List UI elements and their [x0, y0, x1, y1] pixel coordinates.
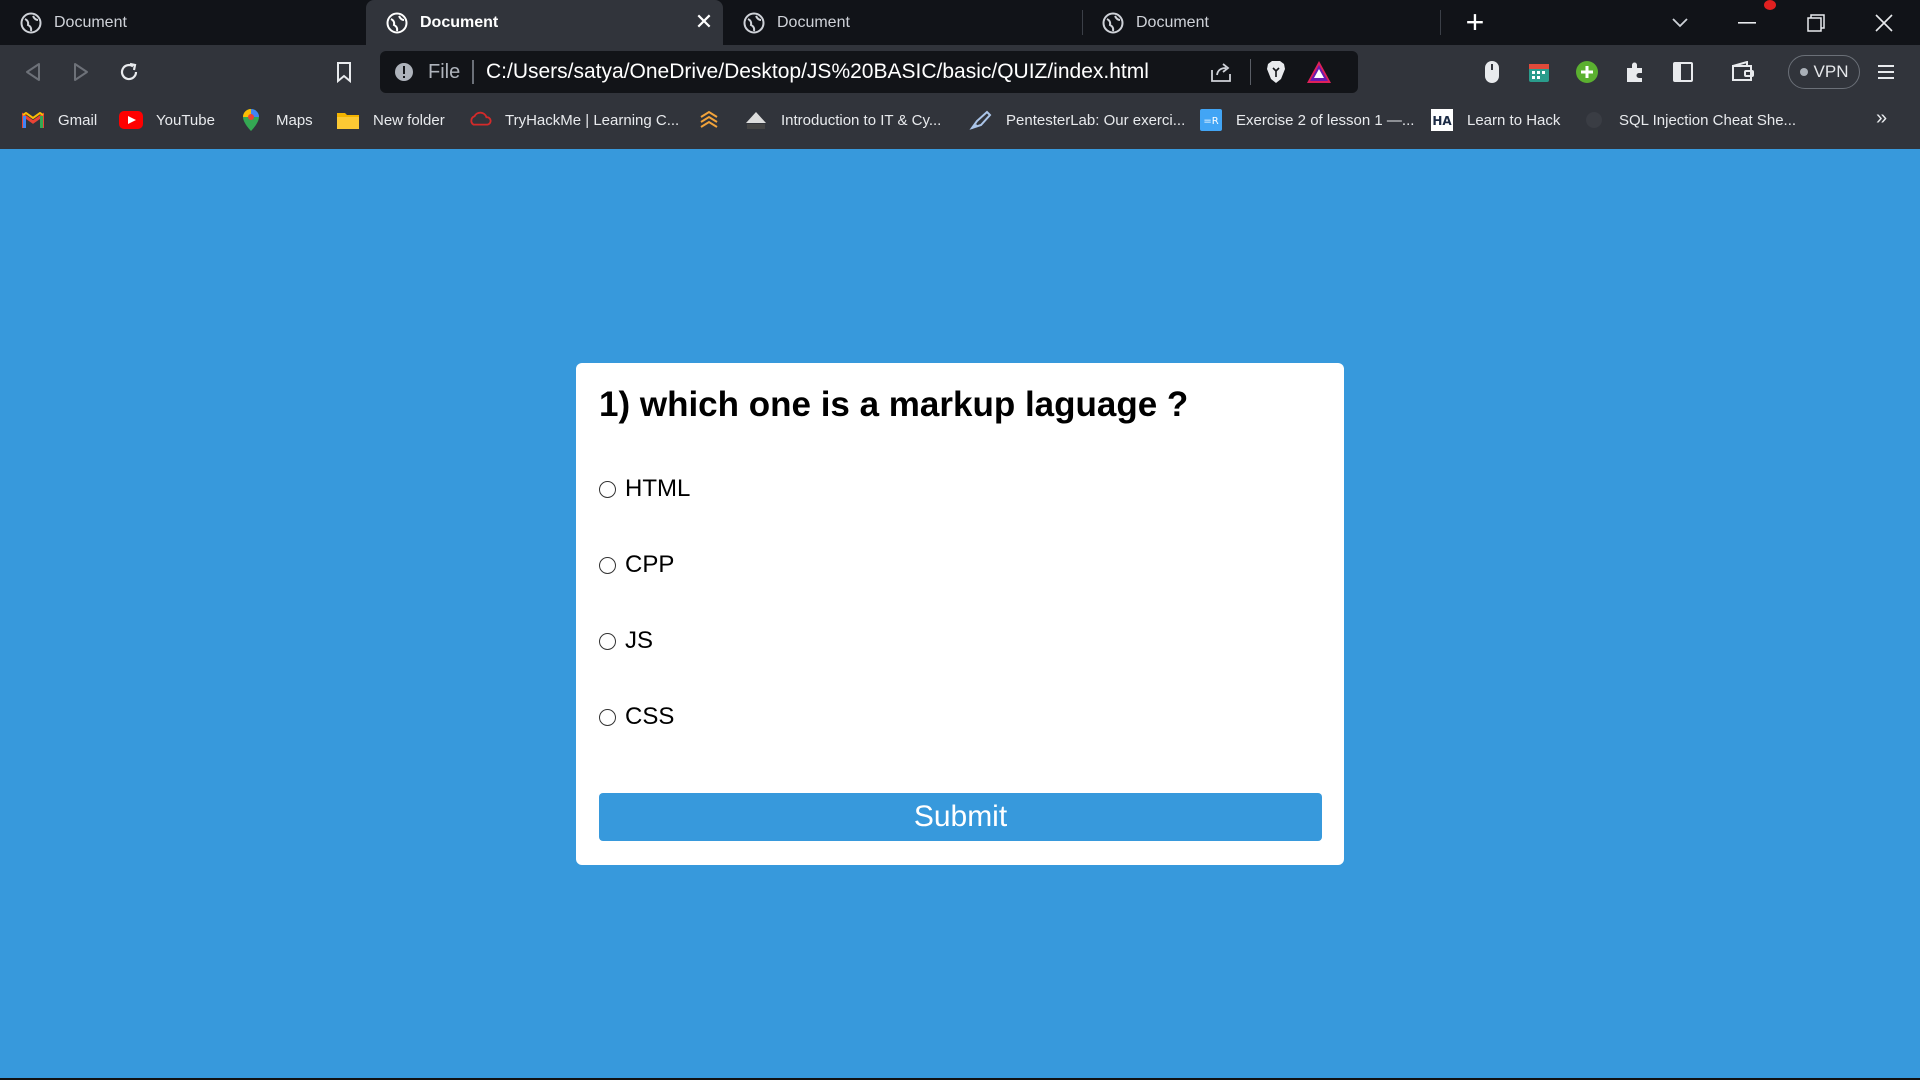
tab-3[interactable]: Document: [723, 0, 1081, 45]
tab-2-active[interactable]: Document ✕: [366, 0, 723, 45]
menu-hamburger-icon[interactable]: [1872, 57, 1902, 87]
bookmark-stack[interactable]: [697, 99, 734, 141]
bookmark-label: Learn to Hack: [1467, 111, 1561, 129]
tab-4[interactable]: Document: [1082, 0, 1440, 45]
option-html[interactable]: HTML: [599, 475, 690, 503]
radio-button[interactable]: [599, 480, 616, 498]
quiz-card: 1) which one is a markup laguage ? HTML …: [576, 363, 1344, 865]
brave-rewards-icon[interactable]: [1304, 57, 1334, 87]
bookmark-label: New folder: [373, 111, 445, 129]
tab-title: Document: [1136, 13, 1209, 31]
omnibox-divider: [1250, 59, 1251, 85]
hackaday-icon: HA: [1430, 108, 1454, 132]
radio-button[interactable]: [599, 708, 616, 726]
bookmark-exercise[interactable]: =R Exercise 2 of lesson 1 —...: [1199, 99, 1414, 141]
scheme-label: File: [428, 61, 461, 83]
option-js[interactable]: JS: [599, 627, 653, 655]
restore-icon[interactable]: [1784, 0, 1848, 45]
bookmark-label: PentesterLab: Our exerci...: [1006, 111, 1186, 129]
bookmark-icon[interactable]: [329, 57, 359, 87]
tab-title: Document: [54, 13, 127, 31]
bookmark-label: Maps: [276, 111, 313, 129]
vpn-label: VPN: [1813, 62, 1849, 81]
new-tab-plus-icon[interactable]: +: [1458, 6, 1492, 40]
site-info-icon[interactable]: [394, 62, 414, 82]
folder-icon: [336, 108, 360, 132]
sql-icon: [1582, 108, 1606, 132]
tryhackme-icon: [468, 108, 492, 132]
omnibox-divider: [472, 60, 474, 84]
bookmarks-bar: Gmail YouTube Maps New folder TryHackMe …: [0, 99, 1920, 149]
share-icon[interactable]: [1209, 60, 1233, 84]
svg-text:=R: =R: [1203, 116, 1218, 127]
forward-icon[interactable]: [66, 57, 96, 87]
submit-button[interactable]: Submit: [599, 793, 1322, 841]
close-tab-icon[interactable]: ✕: [693, 11, 715, 33]
vpn-status-dot: [1799, 68, 1808, 76]
bookmark-label: Gmail: [58, 111, 98, 129]
calendar-extension-icon[interactable]: [1524, 57, 1554, 87]
tab-separator: [1440, 10, 1441, 35]
globe-icon: [743, 12, 765, 33]
globe-icon: [1102, 12, 1124, 33]
brave-shields-icon[interactable]: [1261, 57, 1291, 87]
tab-1[interactable]: Document: [0, 0, 358, 45]
reload-icon[interactable]: [114, 57, 144, 87]
option-label: CPP: [625, 551, 675, 578]
extensions-puzzle-icon[interactable]: [1620, 57, 1650, 87]
exercise-icon: =R: [1199, 108, 1223, 132]
option-label: HTML: [625, 475, 691, 502]
tab-strip: Document Document ✕ Document Document +: [0, 0, 1920, 45]
sidebar-icon[interactable]: [1668, 57, 1698, 87]
maps-icon: [239, 108, 263, 132]
bookmark-label: SQL Injection Cheat She...: [1619, 111, 1797, 129]
bookmark-tryhackme[interactable]: TryHackMe | Learning C...: [468, 99, 679, 141]
vpn-button[interactable]: VPN: [1788, 55, 1860, 89]
bookmark-label: TryHackMe | Learning C...: [505, 111, 680, 129]
wallet-icon[interactable]: [1728, 57, 1758, 87]
browser-toolbar: File C:/Users/satya/OneDrive/Desktop/JS%…: [0, 45, 1920, 99]
add-extension-icon[interactable]: [1572, 57, 1602, 87]
bookmark-maps[interactable]: Maps: [239, 99, 313, 141]
tab-title: Document: [420, 13, 499, 31]
globe-icon: [386, 12, 408, 33]
option-css[interactable]: CSS: [599, 703, 674, 731]
option-cpp[interactable]: CPP: [599, 551, 674, 579]
bookmark-label: YouTube: [156, 111, 215, 129]
bookmark-sql-injection[interactable]: SQL Injection Cheat She...: [1582, 99, 1796, 141]
bookmark-pentesterlab[interactable]: PentesterLab: Our exerci...: [969, 99, 1185, 141]
bookmark-gmail[interactable]: Gmail: [21, 99, 97, 141]
mouse-extension-icon[interactable]: [1477, 57, 1507, 87]
bookmark-label: Exercise 2 of lesson 1 —...: [1236, 111, 1415, 129]
address-bar[interactable]: File C:/Users/satya/OneDrive/Desktop/JS%…: [380, 51, 1358, 93]
bookmark-cybrary[interactable]: Introduction to IT & Cy...: [744, 99, 941, 141]
close-window-icon[interactable]: [1852, 0, 1916, 45]
bookmark-new-folder[interactable]: New folder: [336, 99, 445, 141]
stack-icon: [697, 108, 721, 132]
svg-text:HA: HA: [1432, 114, 1452, 128]
quiz-question: 1) which one is a markup laguage ?: [599, 385, 1189, 424]
cybrary-icon: [744, 108, 768, 132]
option-label: JS: [625, 627, 654, 654]
minimize-icon[interactable]: [1715, 0, 1779, 45]
pentesterlab-icon: [969, 108, 993, 132]
tab-search-chevron-icon[interactable]: [1645, 0, 1715, 45]
url-text[interactable]: C:/Users/satya/OneDrive/Desktop/JS%20BAS…: [486, 60, 1149, 84]
back-icon[interactable]: [18, 57, 48, 87]
tab-title: Document: [777, 13, 850, 31]
bookmark-youtube[interactable]: YouTube: [119, 99, 215, 141]
bookmarks-overflow-icon[interactable]: »: [1876, 107, 1887, 130]
option-label: CSS: [625, 703, 675, 730]
radio-button[interactable]: [599, 632, 616, 650]
radio-button[interactable]: [599, 556, 616, 574]
youtube-icon: [119, 108, 143, 132]
gmail-icon: [21, 108, 45, 132]
globe-icon: [20, 12, 42, 33]
bookmark-label: Introduction to IT & Cy...: [781, 111, 942, 129]
bookmark-learn-to-hack[interactable]: HA Learn to Hack: [1430, 99, 1560, 141]
page-viewport: 1) which one is a markup laguage ? HTML …: [0, 149, 1920, 1078]
